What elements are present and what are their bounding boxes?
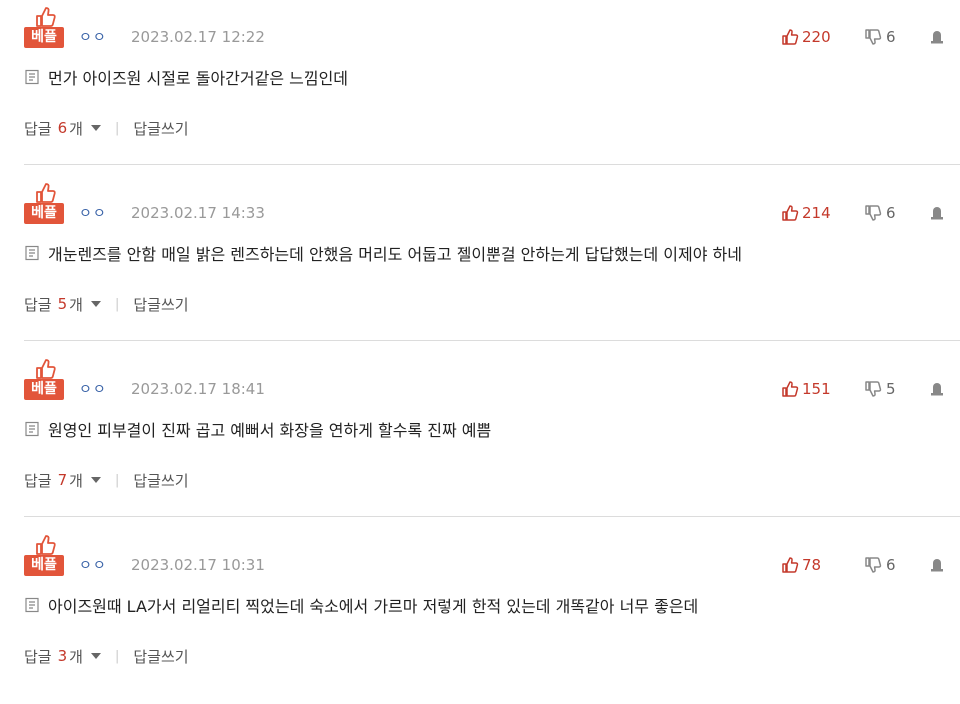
thumbs-up-icon [782, 381, 799, 397]
reply-count: 5 [57, 295, 68, 313]
like-button[interactable]: 78 [781, 555, 821, 575]
thumbs-up-icon [782, 205, 799, 221]
thumbs-up-icon [36, 535, 56, 555]
reply-bar: 답글 7 개 | 답글쓰기 [24, 469, 189, 491]
write-reply-button[interactable]: 답글쓰기 [133, 294, 188, 315]
thumbs-down-icon [865, 381, 882, 397]
document-icon [25, 421, 39, 437]
comment-item: 베플 ㅇㅇ 2023.02.17 18:41 151 5 원영인 피부결이 진짜… [0, 340, 960, 528]
report-icon[interactable] [929, 557, 945, 573]
write-reply-button[interactable]: 답글쓰기 [133, 470, 188, 491]
thumbs-up-icon [36, 359, 56, 379]
chevron-down-icon [90, 653, 101, 659]
reply-label: 답글 [24, 471, 52, 490]
reply-bar: 답글 6 개 | 답글쓰기 [24, 117, 189, 139]
document-icon [25, 245, 39, 261]
best-label: 베플 [24, 27, 64, 48]
best-label: 베플 [24, 555, 64, 576]
reply-label: 답글 [24, 295, 52, 314]
dislike-button[interactable]: 6 [864, 203, 896, 223]
separator: | [114, 120, 120, 136]
best-comment-badge: 베플 [24, 534, 64, 576]
comment-body: 원영인 피부결이 진짜 곱고 예뻐서 화장을 연하게 할수록 진짜 예쁨 [24, 418, 491, 440]
best-comment-badge: 베플 [24, 182, 64, 224]
user-id[interactable]: ㅇㅇ [79, 555, 107, 575]
like-count: 78 [802, 556, 822, 574]
dislike-button[interactable]: 6 [864, 555, 896, 575]
reply-toggle[interactable]: 답글 3 개 [24, 646, 101, 667]
like-count: 214 [802, 204, 831, 222]
separator: | [114, 296, 120, 312]
reply-bar: 답글 5 개 | 답글쓰기 [24, 293, 189, 315]
reply-count: 7 [57, 471, 68, 489]
separator: | [114, 648, 120, 664]
thumbs-up-icon [782, 557, 799, 573]
thumbs-up-icon [782, 29, 799, 45]
like-button[interactable]: 214 [781, 203, 831, 223]
reply-unit: 개 [69, 471, 83, 490]
user-id[interactable]: ㅇㅇ [79, 379, 107, 399]
chevron-down-icon [90, 477, 101, 483]
comment-body: 개눈렌즈를 안함 매일 밝은 렌즈하는데 안했음 머리도 어둡고 젤이뿐걸 안하… [24, 242, 742, 264]
like-button[interactable]: 220 [781, 27, 831, 47]
like-button[interactable]: 151 [781, 379, 831, 399]
write-reply-button[interactable]: 답글쓰기 [133, 118, 188, 139]
comment-date: 2023.02.17 18:41 [131, 380, 265, 398]
write-reply-button[interactable]: 답글쓰기 [133, 646, 188, 667]
thumbs-down-icon [865, 29, 882, 45]
reply-label: 답글 [24, 647, 52, 666]
thumbs-down-icon [865, 205, 882, 221]
like-count: 220 [802, 28, 831, 46]
best-comment-badge: 베플 [24, 6, 64, 48]
dislike-button[interactable]: 5 [864, 379, 896, 399]
report-icon[interactable] [929, 205, 945, 221]
user-id[interactable]: ㅇㅇ [79, 27, 107, 47]
comment-date: 2023.02.17 14:33 [131, 204, 265, 222]
best-comment-badge: 베플 [24, 358, 64, 400]
thumbs-up-icon [36, 7, 56, 27]
reply-toggle[interactable]: 답글 5 개 [24, 294, 101, 315]
reply-bar: 답글 3 개 | 답글쓰기 [24, 645, 189, 667]
comment-date: 2023.02.17 12:22 [131, 28, 265, 46]
comment-list: 베플 ㅇㅇ 2023.02.17 12:22 220 6 먼가 아이즈원 시절로… [0, 0, 960, 704]
reply-toggle[interactable]: 답글 7 개 [24, 470, 101, 491]
comment-date: 2023.02.17 10:31 [131, 556, 265, 574]
separator: | [114, 472, 120, 488]
reply-unit: 개 [69, 119, 83, 138]
thumbs-up-icon [36, 183, 56, 203]
report-icon[interactable] [929, 29, 945, 45]
thumbs-down-icon [865, 557, 882, 573]
dislike-count: 6 [886, 556, 896, 574]
reply-label: 답글 [24, 119, 52, 138]
comment-text: 원영인 피부결이 진짜 곱고 예뻐서 화장을 연하게 할수록 진짜 예쁨 [48, 421, 492, 440]
comment-body: 아이즈원때 LA가서 리얼리티 찍었는데 숙소에서 가르마 저렇게 한적 있는데… [24, 594, 698, 616]
dislike-count: 6 [886, 28, 896, 46]
best-label: 베플 [24, 379, 64, 400]
comment-item: 베플 ㅇㅇ 2023.02.17 12:22 220 6 먼가 아이즈원 시절로… [0, 0, 960, 176]
comment-text: 먼가 아이즈원 시절로 돌아간거같은 느낌인데 [48, 69, 349, 88]
dislike-button[interactable]: 6 [864, 27, 896, 47]
best-label: 베플 [24, 203, 64, 224]
user-id[interactable]: ㅇㅇ [79, 203, 107, 223]
reply-count: 6 [57, 119, 68, 137]
reply-toggle[interactable]: 답글 6 개 [24, 118, 101, 139]
document-icon [25, 597, 39, 613]
comment-item: 베플 ㅇㅇ 2023.02.17 14:33 214 6 개눈렌즈를 안함 매일… [0, 164, 960, 352]
reply-unit: 개 [69, 647, 83, 666]
comment-text: 개눈렌즈를 안함 매일 밝은 렌즈하는데 안했음 머리도 어둡고 젤이뿐걸 안하… [48, 245, 742, 264]
report-icon[interactable] [929, 381, 945, 397]
reply-unit: 개 [69, 295, 83, 314]
comment-text: 아이즈원때 LA가서 리얼리티 찍었는데 숙소에서 가르마 저렇게 한적 있는데… [48, 597, 699, 616]
chevron-down-icon [90, 125, 101, 131]
reply-count: 3 [57, 647, 68, 665]
dislike-count: 6 [886, 204, 896, 222]
chevron-down-icon [90, 301, 101, 307]
comment-body: 먼가 아이즈원 시절로 돌아간거같은 느낌인데 [24, 66, 348, 88]
comment-item: 베플 ㅇㅇ 2023.02.17 10:31 78 6 아이즈원때 LA가서 리… [0, 516, 960, 704]
like-count: 151 [802, 380, 831, 398]
document-icon [25, 69, 39, 85]
dislike-count: 5 [886, 380, 896, 398]
